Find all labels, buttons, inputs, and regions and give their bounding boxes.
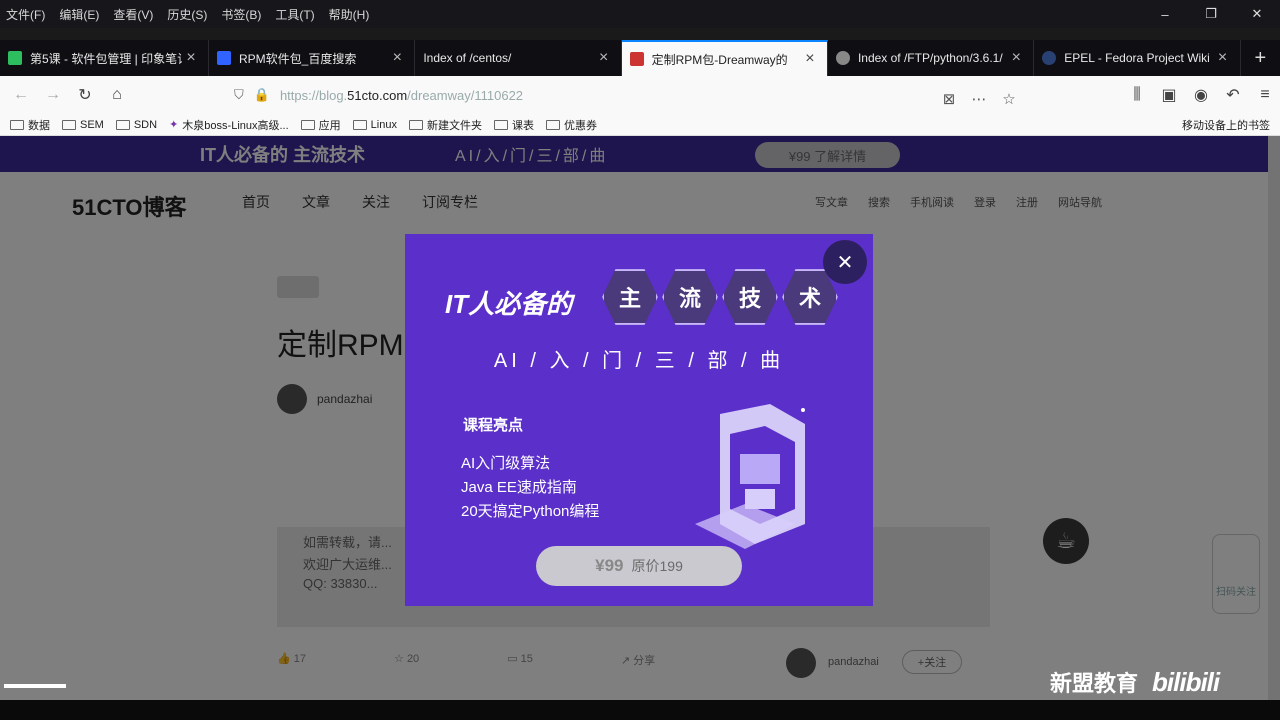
menu-tools[interactable]: 工具(T)	[275, 6, 314, 23]
51cto-favicon-icon	[629, 52, 644, 66]
lock-icon: 🔒	[253, 87, 270, 102]
hamburger-menu-icon[interactable]: ≡	[1250, 80, 1280, 110]
course-item: AI入门级算法	[461, 455, 551, 472]
tab-bar: 第5课 - 软件包管理 | 印象笔记 × RPM软件包_百度搜索 × Index…	[0, 40, 1280, 76]
folder-icon	[493, 119, 508, 130]
folder-icon	[10, 119, 24, 130]
folder-icon	[115, 119, 130, 130]
account-icon[interactable]: ◉	[1186, 80, 1216, 110]
shield-icon: ⛉	[234, 87, 244, 102]
web-page: IT人必备的 主流技术 AI/入/门/三/部/曲 ¥99 了解详情 51CTO博…	[0, 136, 1280, 700]
hex-badges: 主 流 技 术	[601, 268, 841, 326]
bookmark-apps[interactable]: 应用	[300, 117, 341, 133]
menu-edit[interactable]: 编辑(E)	[59, 6, 99, 23]
reader-mode-icon[interactable]: ⊠	[934, 90, 964, 108]
tab-close-icon[interactable]: ×	[182, 49, 200, 67]
bookmarks-bar: 数据 SEM SDN ✦ 木泉boss-Linux高级... 应用 Linux 新…	[0, 114, 1280, 136]
price-value: ¥99	[595, 556, 624, 575]
sidebar-icon[interactable]: ▣	[1154, 80, 1184, 110]
menu-history[interactable]: 历史(S)	[167, 6, 207, 23]
url-bar[interactable]: ⛉ 🔒 https://blog. 51cto.com/dreamway/1110…	[234, 80, 1024, 110]
folder-icon	[408, 119, 423, 130]
tab-epel-wiki[interactable]: EPEL - Fedora Project Wiki ×	[1034, 40, 1241, 76]
hex-badge: 流	[662, 269, 718, 325]
hex-badge: 主	[602, 269, 658, 325]
new-tab-button[interactable]: +	[1241, 40, 1280, 76]
gear-icon: ✦	[169, 119, 179, 131]
mobile-bookmarks[interactable]: 移动设备上的书签	[1182, 117, 1270, 133]
menu-file[interactable]: 文件(F)	[6, 6, 45, 23]
menu-bar: 文件(F) 编辑(E) 查看(V) 历史(S) 书签(B) 工具(T) 帮助(H…	[0, 0, 1280, 28]
course-item: Java EE速成指南	[461, 479, 577, 496]
undo-icon[interactable]: ↶	[1218, 80, 1248, 110]
buy-price-button[interactable]: ¥99 原价199	[536, 546, 742, 586]
folder-icon	[300, 119, 315, 130]
tab-title: EPEL - Fedora Project Wiki	[1064, 51, 1210, 65]
library-icon[interactable]: ⫼	[1122, 80, 1152, 110]
url-path: /dreamway/1110622	[407, 87, 524, 103]
tab-title: 定制RPM包-Dreamway的	[651, 52, 788, 67]
evernote-favicon-icon	[8, 51, 22, 65]
bookmark-sem[interactable]: SEM	[62, 119, 104, 131]
home-button[interactable]: ⌂	[102, 80, 132, 110]
original-price: 原价199	[631, 558, 683, 574]
watermark: 新盟教育 bilibili	[1050, 666, 1220, 698]
bookmark-linux-boss[interactable]: ✦ 木泉boss-Linux高级...	[169, 117, 289, 133]
tab-close-icon[interactable]: ×	[595, 49, 613, 67]
page-actions-icon[interactable]: ⋯	[964, 90, 994, 108]
tab-python-ftp[interactable]: Index of /FTP/python/3.6.1/ ×	[828, 40, 1035, 76]
modal-close-button[interactable]: ✕	[823, 240, 867, 284]
globe-favicon-icon	[835, 51, 850, 65]
reload-button[interactable]: ↻	[70, 80, 100, 110]
back-button[interactable]: ←	[6, 80, 36, 110]
tab-centos-index[interactable]: Index of /centos/ ×	[415, 40, 622, 76]
bookmark-coupons[interactable]: 优惠券	[545, 117, 597, 133]
toolbar-right: ⫼ ▣ ◉ ↶ ≡	[1120, 76, 1280, 114]
url-host: 51cto.com	[347, 87, 408, 103]
menu-view[interactable]: 查看(V)	[113, 6, 153, 23]
course-item: 20天搞定Python编程	[461, 503, 600, 520]
bookmark-sdn[interactable]: SDN	[115, 119, 157, 131]
bookmark-data[interactable]: 数据	[10, 117, 50, 133]
tab-title: Index of /FTP/python/3.6.1/	[857, 51, 1003, 65]
tab-rpm-baidu[interactable]: RPM软件包_百度搜索 ×	[209, 40, 416, 76]
menu-help[interactable]: 帮助(H)	[329, 6, 370, 23]
tab-close-icon[interactable]: ×	[801, 50, 819, 68]
promo-modal: IT人必备的 主 流 技 术 AI / 入 / 门 / 三 / 部 / 曲 课程…	[405, 234, 873, 606]
bookmark-schedule[interactable]: 课表	[493, 117, 534, 133]
machine-illustration-icon	[695, 404, 805, 549]
bottom-status-bar	[0, 700, 1280, 720]
tab-custom-rpm[interactable]: 定制RPM包-Dreamway的 ×	[621, 40, 828, 76]
hex-badge: 技	[722, 269, 778, 325]
watermark-text: 新盟教育	[1050, 671, 1139, 696]
bookmark-star-icon[interactable]: ☆	[994, 90, 1024, 108]
modal-title: IT人必备的	[445, 289, 573, 319]
tab-close-icon[interactable]: ×	[1007, 49, 1025, 67]
minimize-button[interactable]: –	[1142, 0, 1188, 28]
url-prefix: https://blog.	[279, 87, 348, 103]
bookmark-new-folder[interactable]: 新建文件夹	[408, 117, 482, 133]
window-close-button[interactable]: ✕	[1234, 0, 1280, 28]
tab-close-icon[interactable]: ×	[1214, 49, 1232, 67]
menu-bookmarks[interactable]: 书签(B)	[221, 6, 261, 23]
tab-lesson5[interactable]: 第5课 - 软件包管理 | 印象笔记 ×	[0, 40, 209, 76]
bilibili-logo: bilibili	[1152, 666, 1220, 697]
maximize-button[interactable]: ❐	[1188, 0, 1234, 28]
folder-icon	[352, 119, 367, 130]
modal-highlight-heading: 课程亮点	[463, 417, 524, 434]
folder-icon	[545, 119, 560, 130]
modal-subtitle: AI / 入 / 门 / 三 / 部 / 曲	[493, 350, 785, 372]
tab-title: 第5课 - 软件包管理 | 印象笔记	[30, 51, 182, 66]
tab-close-icon[interactable]: ×	[388, 49, 406, 67]
forward-button[interactable]: →	[38, 80, 68, 110]
fedora-favicon-icon	[1042, 51, 1057, 65]
bookmark-linux[interactable]: Linux	[352, 119, 397, 131]
video-progress-bar[interactable]	[4, 684, 66, 688]
navigation-bar: ← → ↻ ⌂ ⛉ 🔒 https://blog. 51cto.com/dream…	[0, 76, 1280, 114]
tab-title: Index of /centos/	[423, 51, 512, 65]
folder-icon	[62, 119, 76, 130]
tab-title: RPM软件包_百度搜索	[239, 51, 357, 66]
baidu-favicon-icon	[217, 51, 231, 65]
